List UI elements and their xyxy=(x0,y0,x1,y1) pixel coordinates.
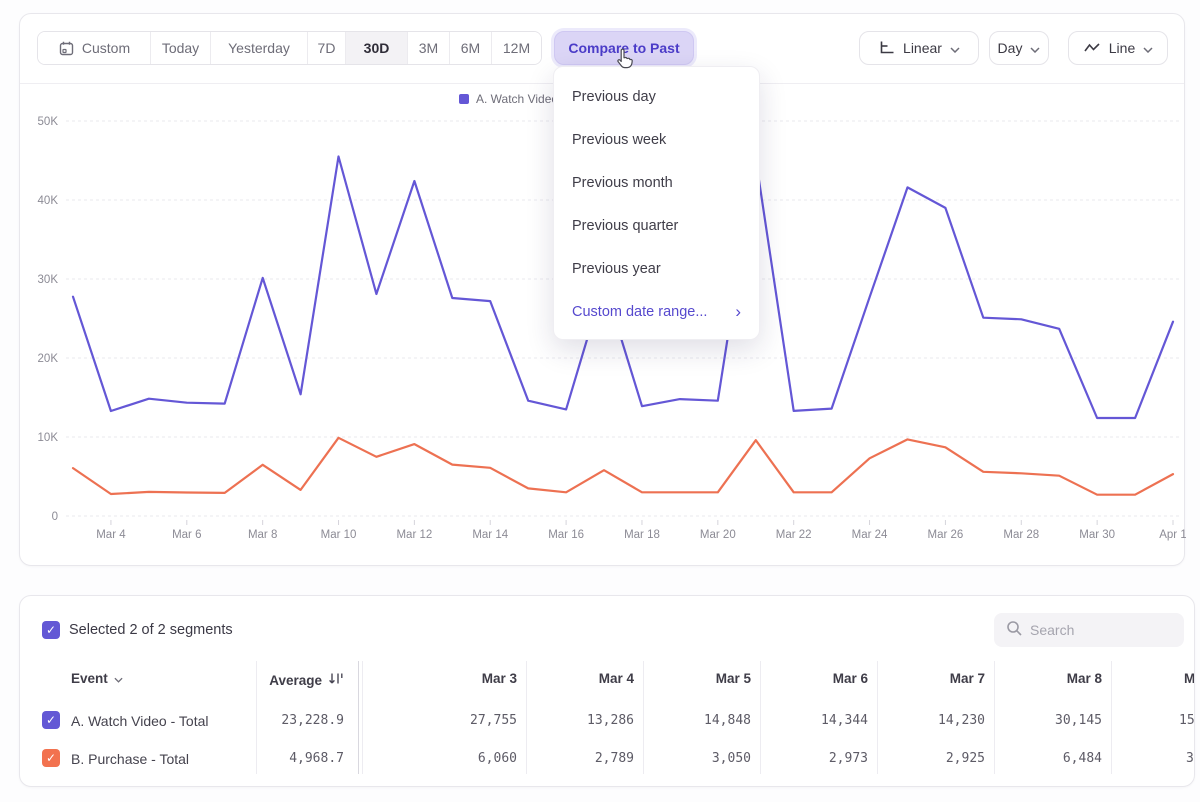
search-icon xyxy=(1006,620,1022,641)
menu-item-previous-month[interactable]: Previous month xyxy=(554,161,759,204)
segments-card: ✓ Selected 2 of 2 segments Event Average… xyxy=(19,595,1195,787)
column-separator xyxy=(994,661,995,774)
column-separator xyxy=(526,661,527,774)
date-column-header-mar-5[interactable]: Mar 5 xyxy=(716,671,751,686)
cell-a-mar-8: 30,145 xyxy=(1055,713,1102,728)
segment-a-label: A. Watch Video - Total xyxy=(71,713,208,729)
column-separator xyxy=(1111,661,1112,774)
menu-item-previous-week[interactable]: Previous week xyxy=(554,118,759,161)
y-axis-tick-label: 30K xyxy=(38,274,59,286)
sort-descending-icon xyxy=(328,671,344,689)
legend-swatch xyxy=(459,94,469,104)
column-separator xyxy=(760,661,761,774)
x-axis-tick-label: Mar 20 xyxy=(700,529,736,541)
cell-a-mar-5: 14,848 xyxy=(704,713,751,728)
column-separator xyxy=(362,661,363,774)
segment-b-checkbox[interactable]: ✓ xyxy=(42,749,60,767)
column-separator xyxy=(256,661,257,774)
cell-b-mar-5: 3,050 xyxy=(712,751,751,766)
search-input[interactable] xyxy=(1030,622,1160,638)
x-axis-tick-label: Mar 24 xyxy=(852,529,888,541)
x-axis-tick-label: Mar 18 xyxy=(624,529,660,541)
segment-b-average: 4,968.7 xyxy=(289,751,344,766)
chevron-right-icon: › xyxy=(735,303,741,320)
series-line-b-purchase-total[interactable] xyxy=(73,438,1173,495)
menu-item-previous-quarter[interactable]: Previous quarter xyxy=(554,204,759,247)
date-column-header-mar-7[interactable]: Mar 7 xyxy=(950,671,985,686)
cell-b-mar-4: 2,789 xyxy=(595,751,634,766)
cell-b-mar-8: 6,484 xyxy=(1063,751,1102,766)
cell-a-clipped: 15, xyxy=(1179,713,1195,728)
average-column-header[interactable]: Average xyxy=(269,671,344,689)
x-axis-tick-label: Mar 12 xyxy=(396,529,432,541)
x-axis-tick-label: Mar 26 xyxy=(928,529,964,541)
date-column-header-mar-3[interactable]: Mar 3 xyxy=(482,671,517,686)
cell-b-mar-7: 2,925 xyxy=(946,751,985,766)
date-column-header-mar-4[interactable]: Mar 4 xyxy=(599,671,634,686)
chevron-down-icon xyxy=(114,671,123,686)
x-axis-tick-label: Mar 6 xyxy=(172,529,201,541)
date-column-header-mar-8[interactable]: Mar 8 xyxy=(1067,671,1102,686)
x-axis-tick-label: Mar 16 xyxy=(548,529,584,541)
compare-to-past-menu: Previous dayPrevious weekPrevious monthP… xyxy=(553,66,760,340)
segment-a-checkbox[interactable]: ✓ xyxy=(42,711,60,729)
y-axis-tick-label: 0 xyxy=(52,511,58,523)
x-axis-tick-label: Mar 14 xyxy=(472,529,508,541)
x-axis-tick-label: Mar 30 xyxy=(1079,529,1115,541)
select-all-checkbox[interactable]: ✓ xyxy=(42,621,60,639)
x-axis-tick-label: Mar 28 xyxy=(1003,529,1039,541)
y-axis-tick-label: 10K xyxy=(38,432,59,444)
x-axis-tick-label: Mar 4 xyxy=(96,529,126,541)
cell-a-mar-7: 14,230 xyxy=(938,713,985,728)
selected-summary: Selected 2 of 2 segments xyxy=(69,622,233,638)
pinned-column-separator xyxy=(358,661,359,774)
cell-a-mar-4: 13,286 xyxy=(587,713,634,728)
custom-date-range-label: Custom date range... xyxy=(572,304,707,320)
date-column-header-mar-6[interactable]: Mar 6 xyxy=(833,671,868,686)
cell-b-mar-3: 6,060 xyxy=(478,751,517,766)
cell-b-mar-6: 2,973 xyxy=(829,751,868,766)
y-axis-tick-label: 50K xyxy=(38,116,59,128)
x-axis-tick-label: Apr 1 xyxy=(1159,529,1186,541)
menu-item-previous-year[interactable]: Previous year xyxy=(554,247,759,290)
event-column-header[interactable]: Event xyxy=(71,671,123,686)
y-axis-tick-label: 20K xyxy=(38,353,59,365)
menu-item-previous-day[interactable]: Previous day xyxy=(554,75,759,118)
cell-a-mar-3: 27,755 xyxy=(470,713,517,728)
cell-b-clipped: 3, xyxy=(1186,751,1195,766)
x-axis-tick-label: Mar 22 xyxy=(776,529,812,541)
column-separator xyxy=(877,661,878,774)
x-axis-tick-label: Mar 8 xyxy=(248,529,277,541)
cell-a-mar-6: 14,344 xyxy=(821,713,868,728)
x-axis-tick-label: Mar 10 xyxy=(321,529,357,541)
column-separator xyxy=(643,661,644,774)
segment-a-average: 23,228.9 xyxy=(281,713,344,728)
date-column-header-clipped[interactable]: Mar 9 xyxy=(1184,671,1195,686)
y-axis-tick-label: 40K xyxy=(38,195,59,207)
segment-search[interactable] xyxy=(994,613,1184,647)
segment-b-label: B. Purchase - Total xyxy=(71,751,189,767)
menu-item-custom-date-range[interactable]: Custom date range... › xyxy=(554,290,759,333)
